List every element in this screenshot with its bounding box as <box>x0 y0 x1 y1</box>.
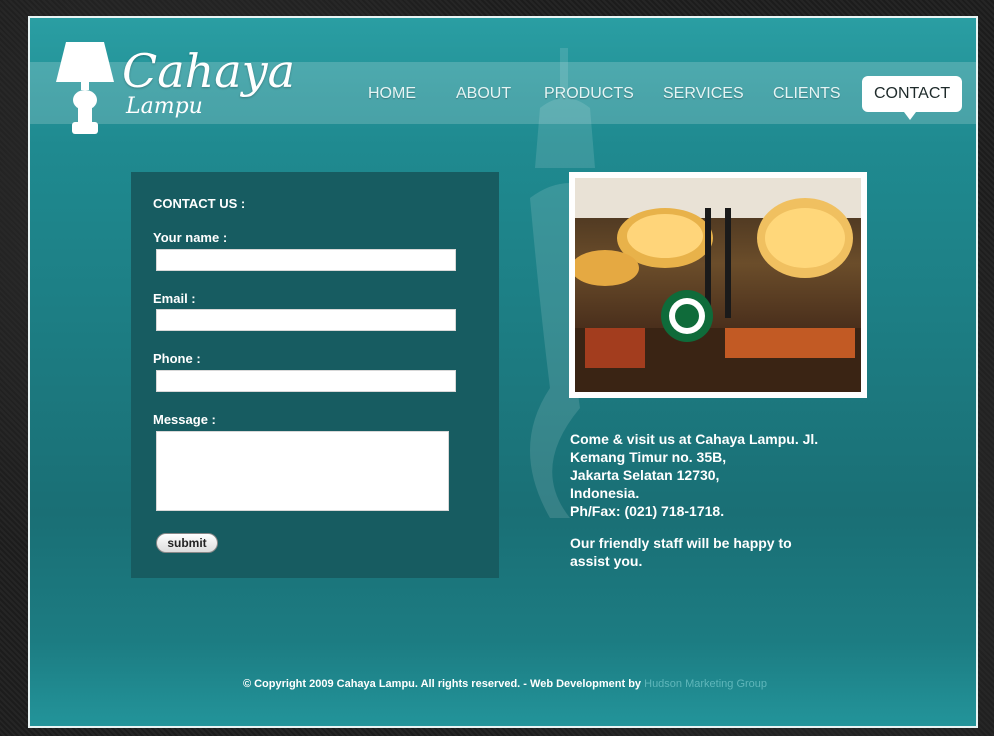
nav-item-home[interactable]: HOME <box>368 76 416 112</box>
store-photo <box>569 172 867 398</box>
address-line: Come & visit us at Cahaya Lampu. Jl. <box>570 431 819 447</box>
store-photo-image <box>575 178 861 392</box>
phone-input[interactable] <box>156 370 456 392</box>
name-label: Your name : <box>153 230 228 245</box>
submit-button[interactable]: submit <box>156 533 218 553</box>
name-input[interactable] <box>156 249 456 271</box>
message-label: Message : <box>153 412 216 427</box>
lamp-icon <box>56 42 114 134</box>
nav-item-products[interactable]: PRODUCTS <box>544 76 634 112</box>
nav-item-contact[interactable]: CONTACT <box>862 76 963 120</box>
nav-item-services[interactable]: SERVICES <box>663 76 744 112</box>
phone-fax-line: Ph/Fax: (021) 718-1718. <box>570 503 725 519</box>
message-textarea[interactable] <box>156 431 449 511</box>
email-input[interactable] <box>156 309 456 331</box>
footer: © Copyright 2009 Cahaya Lampu. All right… <box>30 678 976 690</box>
developer-link[interactable]: Hudson Marketing Group <box>644 678 767 690</box>
address-line: Kemang Timur no. 35B, <box>570 449 727 465</box>
form-title: CONTACT US : <box>153 196 246 211</box>
brand-name: Cahaya <box>122 44 296 98</box>
nav-item-about[interactable]: ABOUT <box>456 76 511 112</box>
contact-form: CONTACT US : Your name : Email : Phone :… <box>131 172 499 578</box>
copyright-text: © Copyright 2009 Cahaya Lampu. All right… <box>242 678 642 690</box>
staff-note-line: Our friendly staff will be happy to <box>570 535 792 551</box>
staff-note-line: assist you. <box>570 553 643 569</box>
store-photo-illustration <box>575 178 861 392</box>
page-frame: Cahaya Lampu HOME ABOUT PRODUCTS SERVICE… <box>28 16 978 728</box>
address-line: Jakarta Selatan 12730, <box>570 467 720 483</box>
address-line: Indonesia. <box>570 485 640 501</box>
brand-sub: Lampu <box>126 94 203 119</box>
nav-item-clients[interactable]: CLIENTS <box>773 76 841 112</box>
contact-address: Come & visit us at Cahaya Lampu. Jl. Kem… <box>570 430 890 570</box>
email-label: Email : <box>153 291 196 306</box>
brand-logo[interactable]: Cahaya Lampu <box>52 38 296 138</box>
phone-label: Phone : <box>153 351 201 366</box>
